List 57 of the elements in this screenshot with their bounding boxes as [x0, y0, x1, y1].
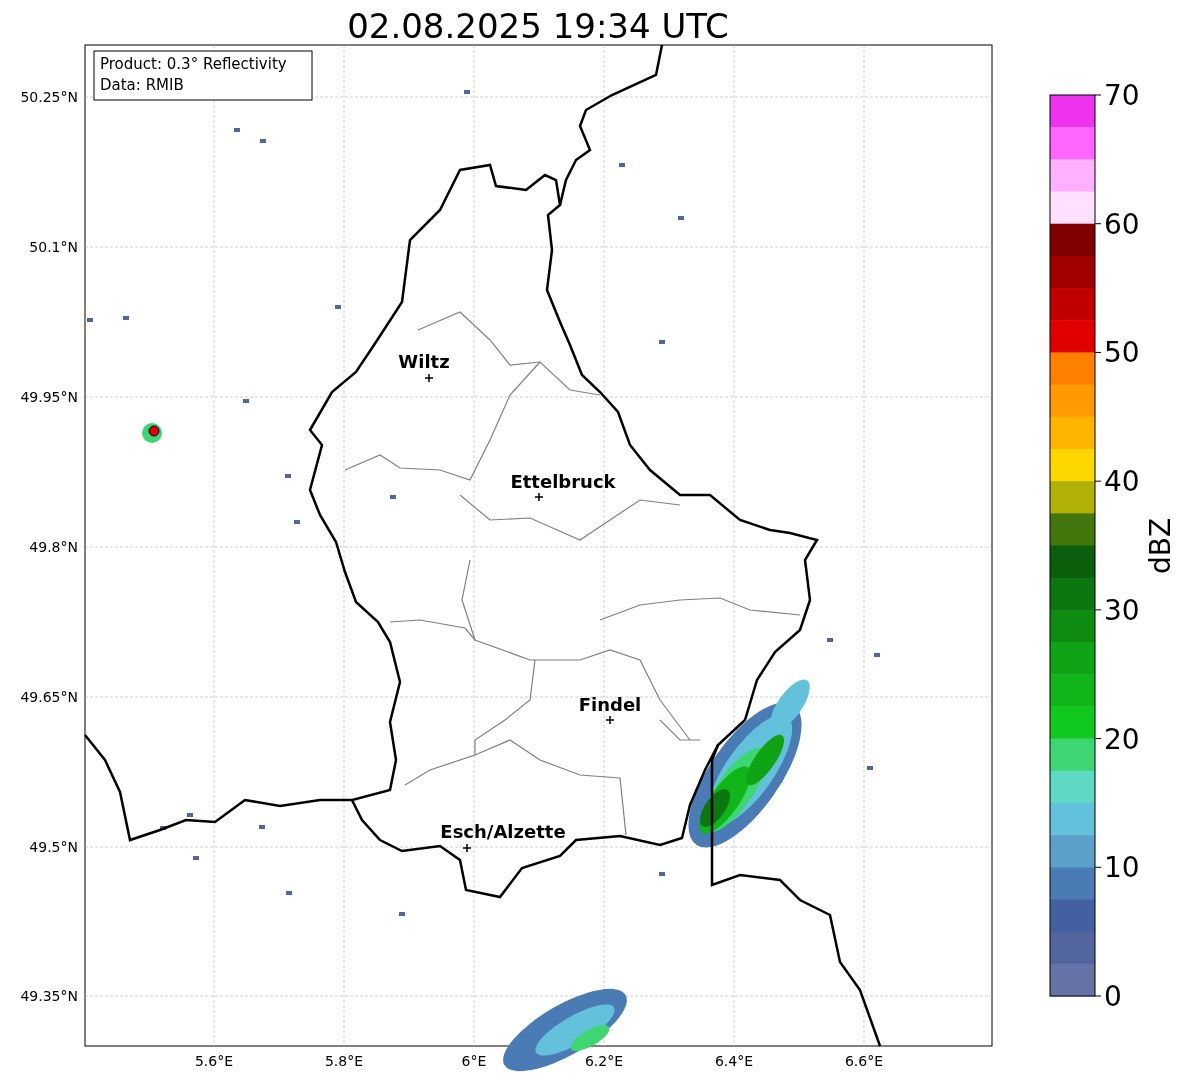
- city-label: Esch/Alzette: [440, 821, 566, 842]
- tick-label: 50.25°N: [20, 89, 78, 105]
- city-marker-icon: [605, 715, 615, 725]
- radar-speck: [123, 316, 129, 320]
- tick-label: 6.2°E: [584, 1053, 624, 1069]
- colorbar-tick-label: 0: [1104, 980, 1122, 1013]
- colorbar-tick-label: 70: [1104, 79, 1140, 112]
- radar-speck: [678, 216, 684, 220]
- city-label: Wiltz: [398, 351, 450, 372]
- colorbar-tick-label: 20: [1104, 722, 1140, 756]
- tick-label: 6.6°E: [844, 1053, 884, 1069]
- tick-label: 49.95°N: [20, 389, 78, 405]
- colorbar-tick-label: 40: [1104, 465, 1140, 499]
- radar-site-icon: [142, 423, 162, 443]
- radar-speck: [285, 474, 291, 478]
- radar-speck: [259, 825, 265, 829]
- radar-speck: [659, 872, 665, 876]
- city-marker-icon: [534, 492, 544, 502]
- radar-speck: [659, 340, 665, 344]
- colorbar-label: dBZ: [1144, 517, 1177, 575]
- colorbar-tick-label: 60: [1104, 207, 1140, 241]
- city-marker-icon: [462, 843, 472, 853]
- city-label: Findel: [578, 694, 642, 715]
- tick-label: 49.8°N: [29, 539, 78, 555]
- radar-speck: [874, 653, 880, 657]
- tick-label: 50.1°N: [29, 239, 78, 255]
- radar-speck: [294, 520, 300, 524]
- colorbar-tick-label: 50: [1104, 336, 1140, 370]
- city-label: Ettelbruck: [510, 471, 616, 492]
- radar-speck: [867, 766, 873, 770]
- tick-label: 5.6°E: [194, 1053, 234, 1069]
- radar-speck: [335, 305, 341, 309]
- radar-speck: [619, 163, 625, 167]
- tick-label: 49.65°N: [20, 689, 78, 705]
- tick-label: 49.5°N: [29, 839, 78, 855]
- tick-label: 49.35°N: [20, 988, 78, 1004]
- radar-speck: [160, 826, 166, 830]
- legend-text: Product: 0.3° Reflectivity: [100, 55, 287, 73]
- radar-speck: [187, 813, 193, 817]
- radar-speck: [260, 139, 266, 143]
- radar-speck: [234, 128, 240, 132]
- tick-label: 6°E: [461, 1053, 487, 1069]
- radar-speck: [827, 638, 833, 642]
- colorbar-tick-label: 30: [1104, 593, 1140, 627]
- radar-speck: [286, 891, 292, 895]
- city-marker-icon: [424, 373, 434, 383]
- tick-label: 5.8°E: [324, 1053, 364, 1069]
- colorbar-tick-label: 10: [1104, 851, 1140, 885]
- chart-title: 02.08.2025 19:34 UTC: [347, 6, 729, 46]
- radar-speck: [399, 912, 405, 916]
- tick-label: 6.4°E: [714, 1053, 754, 1069]
- radar-speck: [243, 399, 249, 403]
- radar-speck: [390, 495, 396, 499]
- legend-text: Data: RMIB: [100, 76, 184, 94]
- radar-speck: [464, 90, 470, 94]
- radar-speck: [193, 856, 199, 860]
- radar-speck: [87, 318, 93, 322]
